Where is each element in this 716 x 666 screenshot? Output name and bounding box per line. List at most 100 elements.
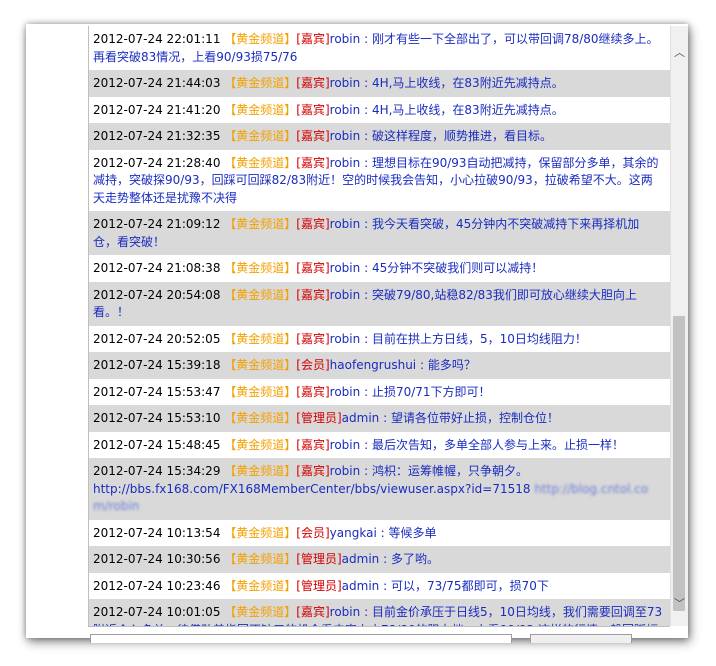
message-role-badge: [嘉宾] xyxy=(296,384,330,399)
message-username[interactable]: robin xyxy=(330,605,361,619)
message-username[interactable]: robin xyxy=(330,385,361,399)
message-text: 等候多单 xyxy=(388,525,437,540)
message-text: 目前在拱上方日线，5，10日均线阻力！ xyxy=(371,331,587,346)
message-time: 2012-07-24 10:23:46 xyxy=(93,578,221,593)
message-role-badge: [嘉宾] xyxy=(296,155,330,170)
message-role-badge: [嘉宾] xyxy=(296,76,330,90)
chat-message-row: 2012-07-24 15:34:29 【黄金频道】[嘉宾]robin : 鸿枳… xyxy=(89,458,671,520)
vertical-scrollbar[interactable]: ︿ ﹀ xyxy=(670,26,688,626)
send-button[interactable] xyxy=(530,634,632,643)
message-separator: : xyxy=(364,217,369,231)
message-role-badge: [嘉宾] xyxy=(296,464,330,478)
message-time: 2012-07-24 21:09:12 xyxy=(93,217,221,231)
message-channel: 【黄金频道】 xyxy=(224,384,297,399)
scroll-up-icon[interactable]: ︿ xyxy=(671,44,688,61)
message-channel: 【黄金频道】 xyxy=(224,76,297,90)
message-username[interactable]: robin xyxy=(330,217,361,231)
message-time: 2012-07-24 15:39:18 xyxy=(93,358,221,372)
message-time: 2012-07-24 10:01:05 xyxy=(93,605,221,619)
message-input[interactable] xyxy=(90,634,512,643)
message-role-badge: [管理员] xyxy=(296,411,342,425)
message-text: 多了哟。 xyxy=(390,552,439,566)
message-username[interactable]: admin xyxy=(342,411,380,425)
message-separator: : xyxy=(383,411,388,425)
chat-message-list[interactable]: 2012-07-24 22:01:11 【黄金频道】[嘉宾]robin : 刚才… xyxy=(88,26,671,626)
chat-message-row: 2012-07-24 15:48:45 【黄金频道】[嘉宾]robin : 最后… xyxy=(89,431,671,458)
message-separator: : xyxy=(364,32,369,46)
message-role-badge: [管理员] xyxy=(296,552,342,566)
message-username[interactable]: haofengrushui xyxy=(330,358,416,372)
message-channel: 【黄金频道】 xyxy=(224,578,297,593)
message-channel: 【黄金频道】 xyxy=(224,129,297,143)
message-time: 2012-07-24 15:53:47 xyxy=(93,384,221,399)
message-text: 最后次告知，多单全部人参与上来。止损一样！ xyxy=(371,437,624,452)
message-time: 2012-07-24 10:30:56 xyxy=(93,552,221,566)
message-text: 45分钟不突破我们则可以减持！ xyxy=(371,261,544,275)
message-separator: : xyxy=(364,384,369,399)
message-channel: 【黄金频道】 xyxy=(224,261,297,275)
message-time: 2012-07-24 20:52:05 xyxy=(93,331,221,346)
chat-message-row: 2012-07-24 20:54:08 【黄金频道】[嘉宾]robin : 突破… xyxy=(89,281,671,326)
message-time: 2012-07-24 21:08:38 xyxy=(93,261,221,275)
chat-message-row: 2012-07-24 10:23:46 【黄金频道】[管理员]admin : 可… xyxy=(89,572,671,599)
chat-message-row: 2012-07-24 21:09:12 【黄金频道】[嘉宾]robin : 我今… xyxy=(89,211,671,255)
message-username[interactable]: robin xyxy=(330,156,361,170)
chat-message-row: 2012-07-24 15:53:47 【黄金频道】[嘉宾]robin : 止损… xyxy=(89,378,671,405)
message-channel: 【黄金频道】 xyxy=(224,155,297,170)
message-username[interactable]: robin xyxy=(330,332,361,346)
message-link[interactable]: http://bbs.fx168.com/FX168MemberCenter/b… xyxy=(93,482,531,496)
message-time: 2012-07-24 21:28:40 xyxy=(93,155,221,170)
message-username[interactable]: admin xyxy=(342,579,380,593)
message-role-badge: [嘉宾] xyxy=(296,102,330,117)
message-separator: : xyxy=(364,129,369,143)
message-username[interactable]: robin xyxy=(330,129,361,143)
message-separator: : xyxy=(364,76,369,90)
message-time: 2012-07-24 20:54:08 xyxy=(93,287,221,302)
message-channel: 【黄金频道】 xyxy=(224,358,297,372)
message-channel: 【黄金频道】 xyxy=(224,217,297,231)
message-text: 破这样程度，顺势推进，看目标。 xyxy=(371,129,552,143)
message-text: 4H,马上收线，在83附近先减持点。 xyxy=(371,76,564,90)
message-time: 2012-07-24 21:41:20 xyxy=(93,102,221,117)
message-role-badge: [嘉宾] xyxy=(296,605,330,619)
message-username[interactable]: admin xyxy=(342,552,380,566)
chat-message-row: 2012-07-24 21:08:38 【黄金频道】[嘉宾]robin : 45… xyxy=(89,255,671,282)
message-text: 可以，73/75都即可，损70下 xyxy=(390,578,549,593)
message-separator: : xyxy=(380,525,385,540)
message-time: 2012-07-24 22:01:11 xyxy=(93,32,221,46)
message-channel: 【黄金频道】 xyxy=(224,525,297,540)
message-time: 2012-07-24 21:44:03 xyxy=(93,76,221,90)
chat-message-row: 2012-07-24 21:44:03 【黄金频道】[嘉宾]robin : 4H… xyxy=(89,70,671,97)
chat-message-row: 2012-07-24 15:53:10 【黄金频道】[管理员]admin : 望… xyxy=(89,405,671,432)
message-username[interactable]: robin xyxy=(330,464,361,478)
message-username[interactable]: robin xyxy=(330,76,361,90)
message-separator: : xyxy=(364,261,369,275)
message-username[interactable]: robin xyxy=(330,103,361,117)
message-separator: : xyxy=(383,578,388,593)
message-channel: 【黄金频道】 xyxy=(224,552,297,566)
message-role-badge: [嘉宾] xyxy=(296,261,330,275)
message-role-badge: [嘉宾] xyxy=(296,32,330,46)
scroll-down-icon[interactable]: ﹀ xyxy=(671,595,688,612)
scrollbar-thumb[interactable] xyxy=(673,316,685,611)
message-role-badge: [管理员] xyxy=(296,578,342,593)
message-channel: 【黄金频道】 xyxy=(224,287,297,302)
message-channel: 【黄金频道】 xyxy=(224,464,297,478)
divider xyxy=(88,626,670,627)
message-username[interactable]: yangkai xyxy=(330,526,377,540)
message-time: 2012-07-24 15:53:10 xyxy=(93,411,221,425)
message-username[interactable]: robin xyxy=(330,32,361,46)
message-time: 2012-07-24 21:32:35 xyxy=(93,129,221,143)
message-separator: : xyxy=(419,358,425,372)
message-role-badge: [嘉宾] xyxy=(296,331,330,346)
chat-message-row: 2012-07-24 10:13:54 【黄金频道】[会员]yangkai : … xyxy=(89,519,671,546)
message-channel: 【黄金频道】 xyxy=(224,411,297,425)
message-username[interactable]: robin xyxy=(330,261,361,275)
message-time: 2012-07-24 15:48:45 xyxy=(93,437,221,452)
message-text: 4H,马上收线，在83附近先减持点。 xyxy=(371,102,564,117)
chat-message-row: 2012-07-24 10:01:05 【黄金频道】[嘉宾]robin : 目前… xyxy=(89,599,671,626)
chat-message-row: 2012-07-24 21:32:35 【黄金频道】[嘉宾]robin : 破这… xyxy=(89,123,671,150)
chat-message-row: 2012-07-24 21:28:40 【黄金频道】[嘉宾]robin : 理想… xyxy=(89,149,671,211)
message-username[interactable]: robin xyxy=(330,288,361,302)
message-username[interactable]: robin xyxy=(330,438,361,452)
